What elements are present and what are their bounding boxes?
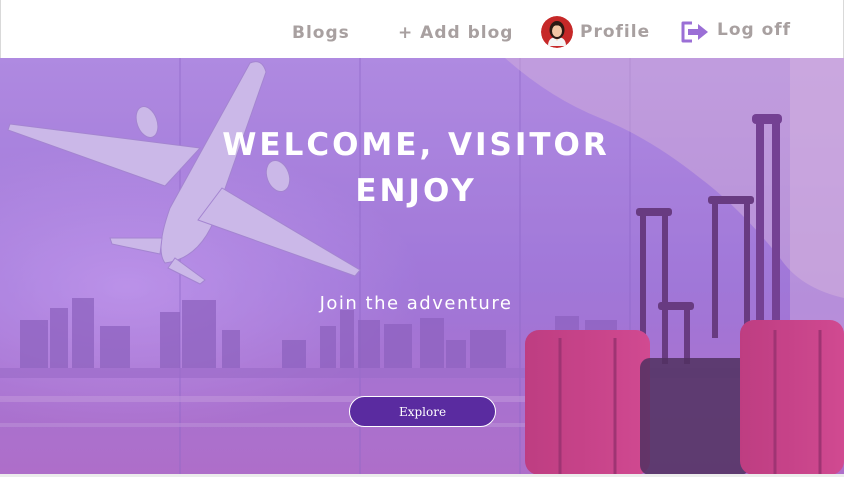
explore-button[interactable]: Explore	[349, 396, 496, 427]
hero-title-line2: ENJOY	[355, 173, 477, 209]
avatar-woman-icon	[541, 16, 573, 48]
nav-logoff-link[interactable]: Log off	[680, 20, 791, 44]
hero-banner: WELCOME, VISITOR ENJOY Join the adventur…	[0, 58, 844, 474]
top-navbar: Blogs + Add blog Profile Log off	[0, 0, 844, 58]
avatar	[541, 16, 573, 48]
nav-profile-label: Profile	[580, 21, 651, 42]
nav-logoff-label: Log off	[717, 19, 792, 40]
nav-blogs-link[interactable]: Blogs	[292, 25, 350, 42]
nav-add-blog-link[interactable]: + Add blog	[398, 25, 513, 42]
hero-title-line1: WELCOME, VISITOR	[222, 127, 610, 163]
nav-profile-link[interactable]: Profile	[541, 16, 650, 48]
hero-subtitle: Join the adventure	[319, 293, 513, 314]
sign-out-icon	[680, 20, 710, 44]
